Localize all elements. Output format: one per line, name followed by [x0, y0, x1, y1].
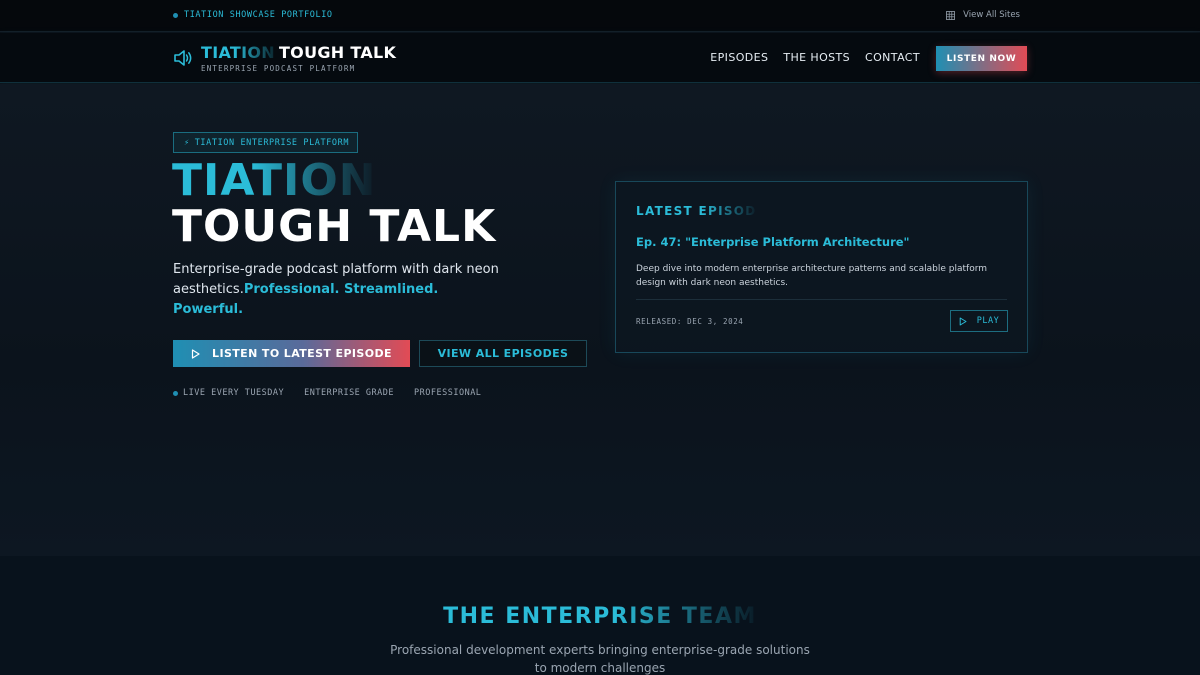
- play-episode-button[interactable]: PLAY: [950, 310, 1008, 332]
- hero-tags: LIVE EVERY TUESDAY ENTERPRISE GRADE PROF…: [173, 388, 481, 398]
- hero-title-main: TOUGH TALK: [172, 201, 497, 252]
- portfolio-label: TIATION SHOWCASE PORTFOLIO: [184, 10, 333, 20]
- hero-description: Enterprise-grade podcast platform with d…: [173, 260, 503, 320]
- view-all-sites-link[interactable]: View All Sites: [946, 10, 1020, 20]
- hero-section: ⚡ TIATION ENTERPRISE PLATFORM TIATION TO…: [0, 84, 1200, 556]
- team-section: THE ENTERPRISE TEAM Professional develop…: [0, 556, 1200, 675]
- listen-now-button[interactable]: LISTEN NOW: [936, 46, 1027, 71]
- episode-title[interactable]: Ep. 47: "Enterprise Platform Architectur…: [636, 235, 910, 249]
- main-navbar: TIATION TOUGH TALK ENTERPRISE PODCAST PLA…: [0, 33, 1200, 83]
- brand-logo[interactable]: TIATION TOUGH TALK ENTERPRISE PODCAST PLA…: [173, 43, 396, 73]
- listen-latest-episode-label: LISTEN TO LATEST EPISODE: [212, 347, 392, 360]
- platform-badge: ⚡ TIATION ENTERPRISE PLATFORM: [173, 132, 358, 153]
- play-icon: [191, 348, 200, 359]
- speaker-icon: [174, 50, 192, 66]
- latest-episode-label: LATEST EPISODE: [636, 204, 756, 218]
- platform-badge-label: TIATION ENTERPRISE PLATFORM: [194, 137, 350, 148]
- episode-description: Deep dive into modern enterprise archite…: [636, 264, 988, 288]
- latest-episode-card: LATEST EPISODE Ep. 47: "Enterprise Platf…: [615, 181, 1028, 353]
- nav-link-hosts[interactable]: THE HOSTS: [783, 51, 850, 64]
- nav-link-episodes[interactable]: EPISODES: [710, 51, 768, 64]
- tag-live-label: LIVE EVERY TUESDAY: [183, 388, 285, 398]
- live-dot-icon: [173, 390, 178, 396]
- top-utility-bar: TIATION SHOWCASE PORTFOLIO View All Site…: [0, 0, 1200, 32]
- tag-enterprise-grade: ENTERPRISE GRADE: [304, 388, 395, 398]
- team-title-text: THE ENTERPRISE TEAM: [443, 604, 757, 629]
- brand-main: TOUGH TALK: [278, 43, 397, 62]
- brand-title: TIATION TOUGH TALK: [201, 43, 396, 63]
- card-divider: [636, 299, 1007, 300]
- episode-release-date: RELEASED: DEC 3, 2024: [636, 317, 744, 326]
- team-subtitle: Professional development experts bringin…: [390, 643, 810, 675]
- brand-subtitle: ENTERPRISE PODCAST PLATFORM: [201, 64, 356, 73]
- tag-live: LIVE EVERY TUESDAY: [173, 388, 284, 398]
- view-all-sites-label: View All Sites: [963, 10, 1020, 20]
- listen-latest-episode-button[interactable]: LISTEN TO LATEST EPISODE: [173, 340, 410, 367]
- lightning-icon: ⚡: [184, 137, 190, 148]
- view-all-episodes-button[interactable]: VIEW ALL EPISODES: [419, 340, 587, 367]
- portfolio-link[interactable]: TIATION SHOWCASE PORTFOLIO: [173, 10, 333, 20]
- play-icon: [959, 317, 967, 325]
- nav-links: EPISODES THE HOSTS CONTACT: [710, 51, 920, 64]
- team-title: THE ENTERPRISE TEAM: [0, 604, 1200, 629]
- hero-title-accent: TIATION: [172, 155, 377, 206]
- grid-icon: [946, 10, 956, 20]
- status-dot-icon: [173, 12, 178, 18]
- play-label: PLAY: [976, 316, 1000, 326]
- brand-accent: TIATION: [201, 43, 275, 62]
- nav-link-contact[interactable]: CONTACT: [865, 51, 920, 64]
- tag-professional: PROFESSIONAL: [414, 388, 482, 398]
